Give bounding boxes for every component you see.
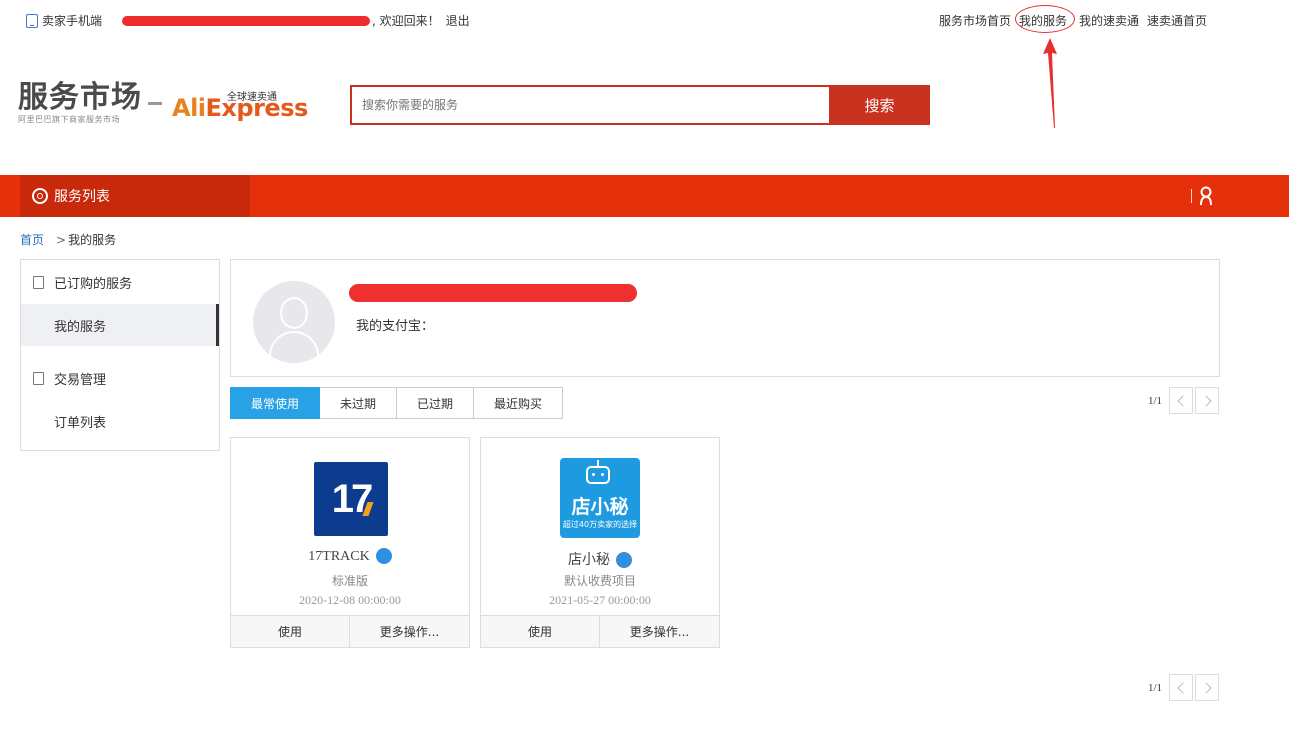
pager-bottom: 1/1 bbox=[1148, 674, 1220, 701]
avatar bbox=[253, 281, 335, 363]
page-indicator: 1/1 bbox=[1148, 681, 1163, 694]
next-page-button[interactable] bbox=[1195, 387, 1220, 414]
breadcrumb-separator: > bbox=[56, 233, 67, 247]
service-plan: 默认收费项目 bbox=[563, 574, 636, 588]
verified-badge-icon bbox=[375, 548, 392, 564]
tab-most-used[interactable]: 最常使用 bbox=[230, 387, 320, 419]
search-button[interactable]: 搜索 bbox=[829, 85, 930, 125]
pager-top: 1/1 bbox=[1148, 387, 1220, 414]
sidebar: 已订购的服务 我的服务 交易管理 订单列表 bbox=[20, 259, 220, 451]
breadcrumb: 首页 > 我的服务 bbox=[20, 231, 116, 248]
tab-not-expired[interactable]: 未过期 bbox=[320, 387, 397, 419]
mobile-phone-icon bbox=[26, 13, 38, 28]
robot-icon bbox=[586, 466, 610, 484]
service-filter-tabs: 最常使用 未过期 已过期 最近购买 bbox=[230, 387, 563, 419]
logo-main-text: 服务市场 bbox=[18, 80, 142, 115]
prev-page-button[interactable] bbox=[1169, 387, 1194, 414]
more-actions-button[interactable]: 更多操作... bbox=[350, 616, 469, 647]
avatar-head-icon bbox=[280, 297, 308, 329]
annotation-arrow-icon bbox=[1043, 38, 1057, 128]
tab-recently-purchased[interactable]: 最近购买 bbox=[474, 387, 563, 419]
top-bar-left: 卖家手机端 , 欢迎回来！ 退出 bbox=[26, 12, 470, 29]
dianxiaomi-logo-icon[interactable]: 店小秘 超过40万卖家的选择 bbox=[560, 458, 640, 538]
service-title: 17TRACK bbox=[231, 548, 469, 565]
logo-divider bbox=[148, 102, 162, 105]
service-title: 店小秘 bbox=[481, 549, 719, 569]
brand-ali: Ali bbox=[172, 94, 206, 122]
sidebar-section-label: 交易管理 bbox=[54, 372, 107, 388]
logout-link[interactable]: 退出 bbox=[446, 12, 470, 29]
service-date: 2020-12-08 00:00:00 bbox=[299, 593, 401, 607]
card-actions: 使用 更多操作... bbox=[231, 615, 469, 647]
prev-page-button[interactable] bbox=[1169, 674, 1194, 701]
nav-divider bbox=[1191, 189, 1192, 203]
use-button[interactable]: 使用 bbox=[481, 616, 600, 647]
breadcrumb-current: 我的服务 bbox=[68, 233, 117, 247]
service-card: 17 17TRACK 标准版 2020-12-08 00:00:00 使用 更多… bbox=[230, 437, 470, 648]
top-bar-links: 服务市场首页 我的服务 我的速卖通 速卖通首页 bbox=[939, 5, 1215, 33]
profile-panel: 我的支付宝： bbox=[230, 259, 1220, 377]
service-card: 店小秘 超过40万卖家的选择 店小秘 默认收费项目 2021-05-27 00:… bbox=[480, 437, 720, 648]
17track-logo-icon[interactable]: 17 bbox=[314, 462, 388, 536]
use-button[interactable]: 使用 bbox=[231, 616, 350, 647]
breadcrumb-home-link[interactable]: 首页 bbox=[20, 233, 44, 247]
logo-sub-text: 阿里巴巴旗下商家服务市场 bbox=[18, 115, 120, 124]
tab-expired[interactable]: 已过期 bbox=[397, 387, 474, 419]
redacted-account-name bbox=[349, 284, 637, 302]
aliexpress-logo[interactable]: 全球速卖通 AliExpress bbox=[172, 88, 308, 122]
aliexpress-cn-text: 全球速卖通 bbox=[227, 92, 277, 103]
sidebar-section-trade: 交易管理 bbox=[21, 356, 219, 400]
sidebar-item-my-services[interactable]: 我的服务 bbox=[21, 304, 219, 346]
sidebar-item-order-list[interactable]: 订单列表 bbox=[21, 400, 219, 442]
redacted-username bbox=[122, 15, 371, 26]
main-nav-bar: 服务列表 bbox=[0, 175, 1289, 217]
service-date: 2021-05-27 00:00:00 bbox=[549, 593, 651, 607]
sidebar-section-purchased: 已订购的服务 bbox=[21, 260, 219, 304]
sidebar-section-label: 已订购的服务 bbox=[54, 276, 133, 292]
welcome-text: , 欢迎回来！ bbox=[372, 14, 440, 28]
more-actions-button[interactable]: 更多操作... bbox=[600, 616, 719, 647]
avatar-body-icon bbox=[269, 331, 319, 363]
service-plan: 标准版 bbox=[331, 574, 368, 588]
service-list-label: 服务列表 bbox=[54, 189, 110, 205]
my-aliexpress-link[interactable]: 我的速卖通 bbox=[1079, 12, 1139, 29]
service-list-menu[interactable]: 服务列表 bbox=[20, 175, 250, 217]
next-page-button[interactable] bbox=[1195, 674, 1220, 701]
user-icon[interactable] bbox=[1199, 186, 1213, 206]
verified-badge-icon bbox=[616, 551, 632, 568]
dianxiaomi-logo-text: 店小秘 bbox=[571, 496, 629, 518]
document-icon bbox=[33, 371, 44, 385]
service-title-text: 17TRACK bbox=[308, 549, 370, 565]
top-bar: 卖家手机端 , 欢迎回来！ 退出 服务市场首页 我的服务 我的速卖通 速卖通首页 bbox=[0, 0, 1289, 38]
alipay-label: 我的支付宝： bbox=[356, 319, 435, 334]
service-title-text: 店小秘 bbox=[568, 553, 610, 568]
page-indicator: 1/1 bbox=[1148, 394, 1163, 407]
card-actions: 使用 更多操作... bbox=[481, 615, 719, 647]
market-home-link[interactable]: 服务市场首页 bbox=[939, 12, 1011, 29]
search-input[interactable] bbox=[352, 87, 830, 123]
market-logo[interactable]: 服务市场 阿里巴巴旗下商家服务市场 bbox=[18, 82, 142, 125]
seller-mobile-link[interactable]: 卖家手机端 bbox=[42, 12, 102, 29]
my-services-link[interactable]: 我的服务 bbox=[1015, 5, 1076, 33]
dianxiaomi-logo-tag: 超过40万卖家的选择 bbox=[562, 520, 638, 529]
search-box bbox=[350, 85, 830, 125]
gear-icon bbox=[32, 188, 48, 204]
annotation-circle bbox=[1015, 5, 1076, 33]
aliexpress-home-link[interactable]: 速卖通首页 bbox=[1147, 12, 1207, 29]
shopping-bag-icon bbox=[33, 275, 44, 289]
